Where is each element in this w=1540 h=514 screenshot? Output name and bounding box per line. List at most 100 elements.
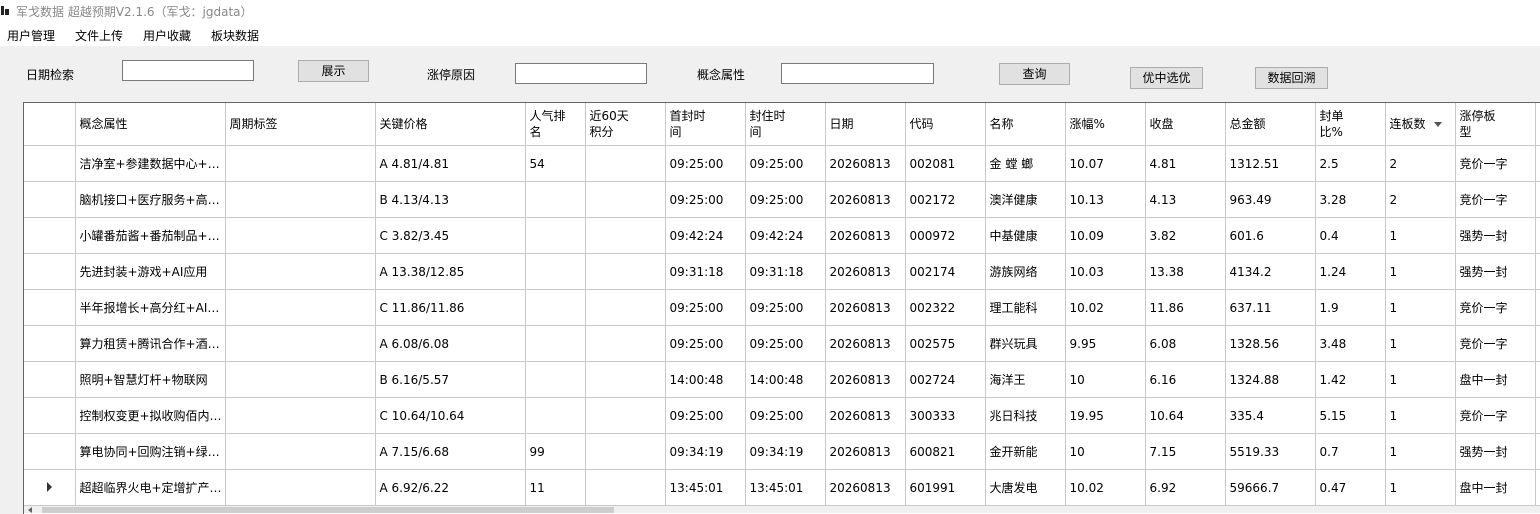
row-header[interactable] xyxy=(24,469,76,506)
cell-concept[interactable]: 脑机接口+医疗服务+高… xyxy=(75,181,226,218)
cell-extra[interactable]: ( xyxy=(1535,217,1540,254)
cell-name[interactable]: 兆日科技 xyxy=(985,397,1066,434)
cell-close[interactable]: 11.86 xyxy=(1145,289,1226,326)
cell-code[interactable]: 600821 xyxy=(905,433,986,470)
cell-concept[interactable]: 先进封装+游戏+AI应用 xyxy=(75,253,226,290)
cell-date[interactable]: 20260813 xyxy=(825,325,906,362)
col-header-code[interactable]: 代码 xyxy=(905,103,986,146)
cell-limit-type[interactable]: 竞价一字 xyxy=(1455,289,1536,326)
cell-first-seal-time[interactable]: 09:25:00 xyxy=(665,289,746,326)
cell-close[interactable]: 13.38 xyxy=(1145,253,1226,290)
menu-file-upload[interactable]: 文件上传 xyxy=(75,27,123,44)
cell-cycle-tag[interactable] xyxy=(225,253,376,290)
cell-seal-ratio[interactable]: 1.42 xyxy=(1315,361,1386,398)
cell-key-price[interactable]: B 4.13/4.13 xyxy=(375,181,526,218)
scroll-left-arrow-icon[interactable] xyxy=(28,507,32,513)
table-row[interactable]: 超超临界火电+定增扩产… A 6.92/6.22 11 13:45:01 13:45:0… xyxy=(24,469,1540,506)
cell-cycle-tag[interactable] xyxy=(225,397,376,434)
cell-name[interactable]: 理工能科 xyxy=(985,289,1066,326)
cell-change-pct[interactable]: 19.95 xyxy=(1065,397,1146,434)
cell-date[interactable]: 20260813 xyxy=(825,181,906,218)
cell-total-amount[interactable]: 963.49 xyxy=(1225,181,1316,218)
cell-sealed-time[interactable]: 09:31:18 xyxy=(745,253,826,290)
concept-input[interactable] xyxy=(781,63,934,84)
cell-code[interactable]: 002174 xyxy=(905,253,986,290)
horizontal-scrollbar[interactable] xyxy=(24,506,1540,513)
cell-score-60d[interactable] xyxy=(585,289,666,326)
cell-score-60d[interactable] xyxy=(585,397,666,434)
cell-code[interactable]: 601991 xyxy=(905,469,986,506)
cell-extra[interactable]: ( xyxy=(1535,397,1540,434)
cell-change-pct[interactable]: 10 xyxy=(1065,361,1146,398)
cell-limit-type[interactable]: 强势一封 xyxy=(1455,253,1536,290)
cell-consecutive-boards[interactable]: 2 xyxy=(1385,145,1456,182)
cell-score-60d[interactable] xyxy=(585,217,666,254)
cell-sealed-time[interactable]: 09:25:00 xyxy=(745,289,826,326)
cell-score-60d[interactable] xyxy=(585,181,666,218)
cell-concept[interactable]: 半年报增长+高分红+AI… xyxy=(75,289,226,326)
cell-concept[interactable]: 算力租赁+腾讯合作+酒… xyxy=(75,325,226,362)
table-row[interactable]: 控制权变更+拟收购佰内… C 10.64/10.64 09:25:00 09:25:0… xyxy=(24,397,1540,434)
cell-total-amount[interactable]: 1328.56 xyxy=(1225,325,1316,362)
cell-popularity-rank[interactable] xyxy=(525,289,586,326)
cell-sealed-time[interactable]: 09:42:24 xyxy=(745,217,826,254)
cell-consecutive-boards[interactable]: 1 xyxy=(1385,289,1456,326)
table-row[interactable]: 小罐番茄酱+番茄制品+… C 3.82/3.45 09:42:24 09:42:24 2… xyxy=(24,217,1540,254)
cell-popularity-rank[interactable] xyxy=(525,325,586,362)
cell-code[interactable]: 002322 xyxy=(905,289,986,326)
cell-key-price[interactable]: B 6.16/5.57 xyxy=(375,361,526,398)
row-header[interactable] xyxy=(24,181,76,218)
col-header-popularity-rank[interactable]: 人气排名 xyxy=(525,103,586,146)
col-header-concept[interactable]: 概念属性 xyxy=(75,103,226,146)
cell-close[interactable]: 4.13 xyxy=(1145,181,1226,218)
show-button[interactable]: 展示 xyxy=(298,60,369,82)
row-header[interactable] xyxy=(24,289,76,326)
cell-cycle-tag[interactable] xyxy=(225,181,376,218)
date-search-input[interactable] xyxy=(122,60,254,81)
table-row[interactable]: 半年报增长+高分红+AI… C 11.86/11.86 09:25:00 09:25:… xyxy=(24,289,1540,326)
cell-close[interactable]: 7.15 xyxy=(1145,433,1226,470)
col-header-name[interactable]: 名称 xyxy=(985,103,1066,146)
cell-date[interactable]: 20260813 xyxy=(825,289,906,326)
cell-first-seal-time[interactable]: 09:31:18 xyxy=(665,253,746,290)
cell-extra[interactable]: ( xyxy=(1535,433,1540,470)
cell-date[interactable]: 20260813 xyxy=(825,361,906,398)
cell-name[interactable]: 中基健康 xyxy=(985,217,1066,254)
cell-seal-ratio[interactable]: 1.24 xyxy=(1315,253,1386,290)
cell-extra[interactable]: ( xyxy=(1535,145,1540,182)
cell-extra[interactable]: ( xyxy=(1535,289,1540,326)
col-header-consecutive-boards[interactable]: 连板数 xyxy=(1385,103,1456,146)
row-header[interactable] xyxy=(24,325,76,362)
row-header[interactable] xyxy=(24,397,76,434)
cell-key-price[interactable]: C 10.64/10.64 xyxy=(375,397,526,434)
cell-limit-type[interactable]: 强势一封 xyxy=(1455,433,1536,470)
cell-consecutive-boards[interactable]: 1 xyxy=(1385,217,1456,254)
cell-close[interactable]: 3.82 xyxy=(1145,217,1226,254)
cell-sealed-time[interactable]: 09:25:00 xyxy=(745,181,826,218)
cell-total-amount[interactable]: 637.11 xyxy=(1225,289,1316,326)
cell-name[interactable]: 群兴玩具 xyxy=(985,325,1066,362)
cell-extra[interactable]: ( xyxy=(1535,469,1540,506)
cell-total-amount[interactable]: 601.6 xyxy=(1225,217,1316,254)
cell-popularity-rank[interactable] xyxy=(525,253,586,290)
cell-limit-type[interactable]: 盘中一封 xyxy=(1455,469,1536,506)
cell-concept[interactable]: 控制权变更+拟收购佰内… xyxy=(75,397,226,434)
cell-sealed-time[interactable]: 09:25:00 xyxy=(745,397,826,434)
cell-key-price[interactable]: A 7.15/6.68 xyxy=(375,433,526,470)
cell-extra[interactable]: 1 xyxy=(1535,181,1540,218)
cell-code[interactable]: 002575 xyxy=(905,325,986,362)
cell-code[interactable]: 002081 xyxy=(905,145,986,182)
cell-key-price[interactable]: A 13.38/12.85 xyxy=(375,253,526,290)
row-header[interactable] xyxy=(24,217,76,254)
cell-cycle-tag[interactable] xyxy=(225,469,376,506)
cell-extra[interactable] xyxy=(1535,361,1540,398)
cell-popularity-rank[interactable] xyxy=(525,397,586,434)
cell-key-price[interactable]: A 4.81/4.81 xyxy=(375,145,526,182)
col-header-total-amount[interactable]: 总金额 xyxy=(1225,103,1316,146)
cell-concept[interactable]: 超超临界火电+定增扩产… xyxy=(75,469,226,506)
cell-total-amount[interactable]: 59666.7 xyxy=(1225,469,1316,506)
cell-cycle-tag[interactable] xyxy=(225,325,376,362)
cell-sealed-time[interactable]: 14:00:48 xyxy=(745,361,826,398)
cell-key-price[interactable]: A 6.08/6.08 xyxy=(375,325,526,362)
cell-score-60d[interactable] xyxy=(585,253,666,290)
